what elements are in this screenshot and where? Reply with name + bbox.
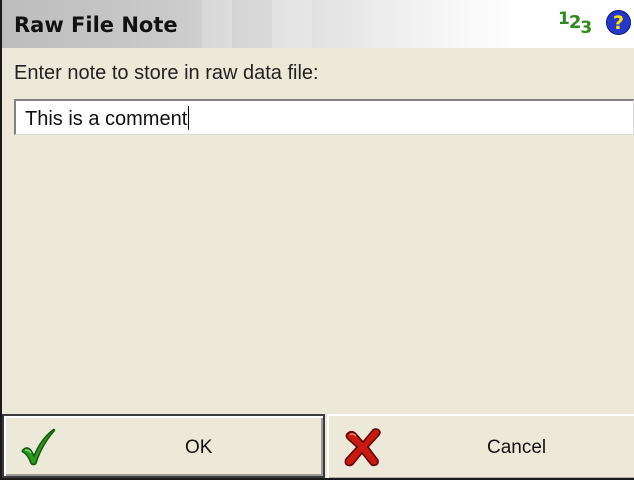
cancel-button-label: Cancel bbox=[487, 437, 547, 458]
title-bar: Raw File Note 123 ? bbox=[2, 0, 634, 48]
numeric-glyph-2: 2 bbox=[568, 12, 581, 33]
note-input-field[interactable]: This is a comment bbox=[14, 99, 634, 135]
raw-file-note-dialog: Raw File Note 123 ? Enter note to store … bbox=[0, 0, 634, 480]
numeric-glyph-1: 1 bbox=[558, 9, 570, 29]
red-x-icon bbox=[344, 428, 381, 467]
note-input-value[interactable]: This is a comment bbox=[25, 108, 187, 130]
note-prompt-label: Enter note to store in raw data file: bbox=[14, 62, 319, 84]
green-checkmark-icon bbox=[21, 428, 56, 466]
cancel-button[interactable]: Cancel bbox=[327, 414, 634, 478]
help-icon[interactable]: ? bbox=[606, 10, 631, 35]
text-caret bbox=[188, 106, 190, 130]
ok-button-label: OK bbox=[185, 437, 213, 458]
dialog-title: Raw File Note bbox=[14, 13, 178, 37]
numeric-glyph-3: 3 bbox=[580, 18, 592, 38]
numeric-input-mode-icon[interactable]: 123 bbox=[558, 8, 592, 38]
note-input-text[interactable]: This is a comment bbox=[25, 106, 190, 131]
ok-button[interactable]: OK bbox=[2, 414, 325, 478]
